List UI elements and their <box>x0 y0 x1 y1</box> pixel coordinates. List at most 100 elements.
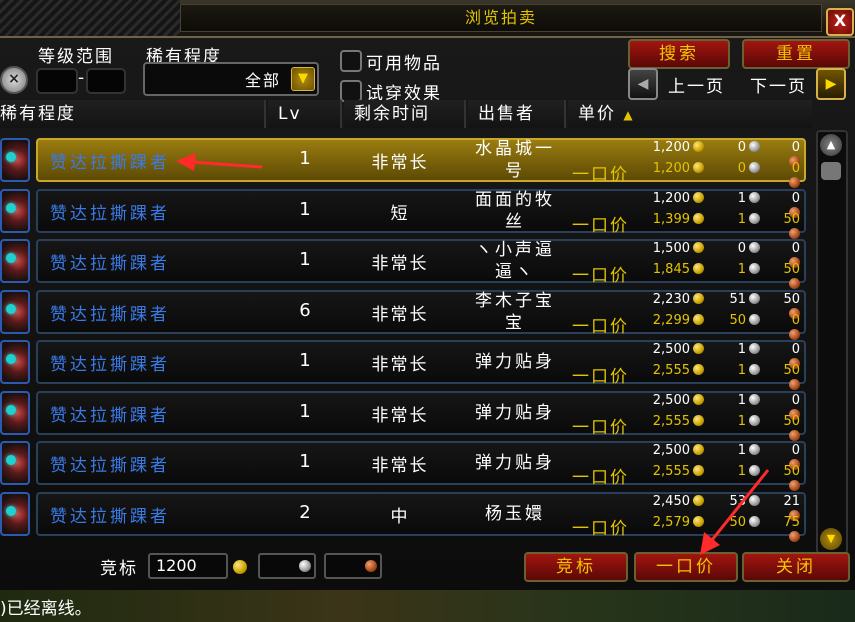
item-icon[interactable] <box>0 289 30 334</box>
column-header-seller[interactable]: 出售者 <box>468 100 566 128</box>
item-icon[interactable] <box>0 340 30 384</box>
gold-coin-icon <box>693 212 704 224</box>
item-name[interactable]: 赞达拉撕踝者 <box>50 502 170 527</box>
gold-coin-icon <box>693 343 704 354</box>
silver-coin-icon <box>749 263 760 274</box>
gold-coin-icon <box>693 414 704 426</box>
next-page-button[interactable]: 下一页 <box>750 72 807 97</box>
prev-page-icon[interactable]: ◀ <box>628 68 658 100</box>
bid-gold-input[interactable]: 1200 <box>148 553 228 579</box>
bid-amount-label: 竞标 <box>100 559 138 579</box>
seller-text: 弹力贴身 <box>475 352 555 372</box>
silver-coin-icon <box>749 343 760 354</box>
gold-coin-icon <box>693 494 704 506</box>
search-button[interactable]: 搜索 <box>628 39 730 69</box>
gold-coin-icon <box>233 560 247 574</box>
bid-copper: 0 <box>791 140 800 155</box>
seller-name: 弹力贴身 <box>470 391 560 435</box>
usable-items-checkbox[interactable] <box>340 50 362 72</box>
buyout-price: 2,299 50 0 <box>636 313 804 340</box>
reset-button[interactable]: 重置 <box>742 39 850 69</box>
auction-row[interactable]: 赞达拉撕踝者 1 非常长 弹力贴身 一口价 2,500 1 0 2,555 1 50 <box>0 340 806 390</box>
bid-gold: 2,500 <box>652 443 690 458</box>
auction-row[interactable]: 赞达拉撕踝者 6 非常长 李木子宝宝 一口价 2,230 51 50 2,299 50 0 <box>0 289 806 340</box>
item-name[interactable]: 赞达拉撕踝者 <box>50 451 170 476</box>
scrollbar[interactable]: ▲ ▼ <box>816 130 848 554</box>
bid-button[interactable]: 竞标 <box>524 552 628 582</box>
auction-row[interactable]: 赞达拉撕踝者 1 非常长 弹力贴身 一口价 2,500 1 0 2,555 1 50 <box>0 390 806 441</box>
seller-text: ヽ小声逼逼ヽ <box>475 240 555 282</box>
column-header-rarity[interactable]: 稀有程度 <box>0 100 266 128</box>
item-name[interactable]: 赞达拉撕踝者 <box>50 300 170 325</box>
gold-coin-icon <box>693 313 704 325</box>
scroll-up-icon[interactable]: ▲ <box>820 134 842 156</box>
auction-row[interactable]: 赞达拉撕踝者 1 非常长 弹力贴身 一口价 2,500 1 0 2,555 1 50 <box>0 441 806 491</box>
auction-row[interactable]: 赞达拉撕踝者 2 中 杨玉嬛 一口价 2,450 53 21 2,579 50 75 <box>0 491 806 542</box>
item-name[interactable]: 赞达拉撕踝者 <box>50 401 170 426</box>
item-level: 1 <box>299 451 311 472</box>
min-level-input[interactable] <box>36 68 78 94</box>
max-level-input[interactable] <box>86 68 126 94</box>
usable-items-label: 可用物品 <box>366 54 442 74</box>
bid-price: 2,500 1 0 <box>636 393 804 420</box>
column-header-unit-price[interactable]: 单价 ▲ <box>568 100 812 128</box>
scroll-thumb[interactable] <box>821 162 841 180</box>
auction-row[interactable]: 赞达拉撕踝者 1 非常长 ヽ小声逼逼ヽ 一口价 1,500 0 0 1,845 1 50 <box>0 239 806 289</box>
auction-row[interactable]: 赞达拉撕踝者 1 短 面面的牧丝 一口价 1,200 1 0 1,399 1 50 <box>0 188 806 239</box>
buyout-button[interactable]: 一口价 <box>634 552 738 582</box>
clear-icon[interactable]: × <box>0 66 28 94</box>
chevron-down-icon[interactable]: ▼ <box>291 67 315 91</box>
buyout-price: 1,399 1 50 <box>636 212 804 239</box>
auction-row[interactable]: 赞达拉撕踝者 1 非常长 水晶城一号 一口价 1,200 0 0 1,200 0 0 <box>0 138 806 188</box>
silver-coin-icon <box>749 465 760 476</box>
bid-copper: 0 <box>791 241 800 256</box>
item-name[interactable]: 赞达拉撕踝者 <box>50 148 170 173</box>
bottom-bar: 竞标 1200 竞标 一口价 关闭 <box>0 550 855 584</box>
gold-coin-icon <box>693 242 704 253</box>
time-left: 非常长 <box>371 153 429 173</box>
bid-price: 1,200 1 0 <box>636 190 804 218</box>
item-name[interactable]: 赞达拉撕踝者 <box>50 199 170 224</box>
next-page-icon[interactable]: ▶ <box>816 68 846 100</box>
try-on-checkbox[interactable] <box>340 80 362 102</box>
scroll-down-icon[interactable]: ▼ <box>820 528 842 550</box>
item-name[interactable]: 赞达拉撕踝者 <box>50 249 170 274</box>
bid-gold: 2,500 <box>652 342 690 357</box>
close-button[interactable]: 关闭 <box>742 552 850 582</box>
prev-page-button[interactable]: 上一页 <box>668 72 725 97</box>
item-icon[interactable] <box>0 239 30 283</box>
copper-coin-icon <box>789 379 800 390</box>
time-left: 非常长 <box>371 304 429 325</box>
column-header-level[interactable]: Lv <box>268 100 342 128</box>
item-icon[interactable] <box>0 491 30 536</box>
time-left: 短 <box>390 203 410 224</box>
silver-coin-icon <box>749 141 760 152</box>
seller-text: 面面的牧丝 <box>475 189 555 232</box>
copper-coin-icon <box>789 227 800 239</box>
bid-gold: 1,200 <box>652 190 690 206</box>
silver-coin-icon <box>749 191 760 203</box>
gold-coin-icon <box>693 292 704 304</box>
item-name[interactable]: 赞达拉撕踝者 <box>50 350 170 375</box>
silver-coin-icon <box>749 515 760 527</box>
silver-coin-icon <box>749 414 760 426</box>
silver-coin-icon <box>749 444 760 455</box>
copper-coin-icon <box>789 278 800 289</box>
buyout-silver: 1 <box>737 262 746 277</box>
seller-text: 水晶城一号 <box>475 139 555 181</box>
seller-name: 弹力贴身 <box>470 340 560 384</box>
item-icon[interactable] <box>0 188 30 233</box>
seller-name: 水晶城一号 <box>470 138 560 182</box>
rarity-dropdown[interactable]: 全部 ▼ <box>143 62 319 96</box>
item-level: 1 <box>299 249 311 270</box>
gold-coin-icon <box>693 444 704 455</box>
buyout-price-label: 一口价 <box>572 417 629 438</box>
seller-name: 杨玉嬛 <box>470 492 560 536</box>
item-icon[interactable] <box>0 390 30 435</box>
item-icon[interactable] <box>0 138 30 182</box>
buyout-gold: 1,845 <box>652 262 690 277</box>
item-icon[interactable] <box>0 441 30 485</box>
column-header-time-left[interactable]: 剩余时间 <box>344 100 466 128</box>
close-window-button[interactable]: X <box>826 8 854 36</box>
buyout-silver: 1 <box>737 464 746 479</box>
